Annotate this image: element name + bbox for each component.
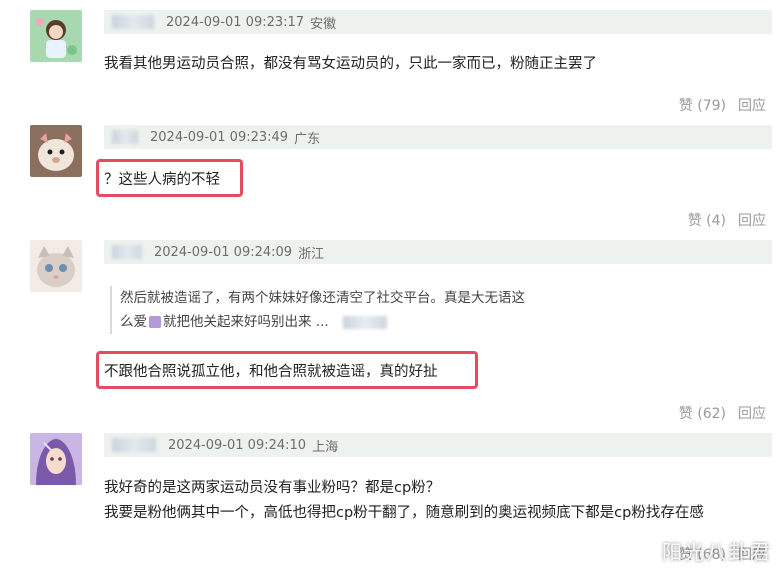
quote-line: 然后就被造谣了，有两个妹妹好像还清空了社交平台。真是大无语这 — [120, 290, 525, 306]
comment-meta: 2024-09-01 09:23:49 广东 — [104, 125, 772, 149]
avatar[interactable] — [30, 433, 82, 485]
avatar[interactable] — [30, 10, 82, 62]
comment-text: 我好奇的是这两家运动员没有事业粉吗？都是cp粉？ — [104, 480, 441, 496]
quoted-reply[interactable]: 然后就被造谣了，有两个妹妹好像还清空了社交平台。真是大无语这 么爱 就把他关起来好… — [110, 286, 525, 334]
like-label: 赞 — [687, 213, 702, 229]
like-count: (62) — [697, 406, 726, 422]
username-blurred[interactable] — [112, 245, 142, 259]
like-button[interactable]: 赞 (4) — [688, 210, 726, 230]
avatar[interactable] — [30, 125, 82, 177]
comment-meta: 2024-09-01 09:23:17 安徽 — [104, 10, 772, 34]
comment-text: 不跟他合照说孤立他，和他合照就被造谣，真的好扯 — [104, 364, 438, 380]
comment-meta: 2024-09-01 09:24:10 上海 — [104, 433, 772, 457]
username-blurred[interactable] — [112, 438, 156, 452]
like-count: (79) — [697, 98, 726, 114]
like-button[interactable]: 赞 (62) — [679, 403, 726, 423]
comment-actions: 赞 (79) 回应 — [679, 95, 766, 115]
like-button[interactable]: 赞 (79) — [679, 95, 726, 115]
avatar[interactable] — [30, 240, 82, 292]
quote-author-blurred — [342, 315, 387, 329]
comment-location: 广东 — [294, 131, 321, 147]
emoji-icon — [149, 316, 161, 328]
username-blurred[interactable] — [112, 15, 154, 29]
like-count: (4) — [706, 213, 726, 229]
comment-meta: 2024-09-01 09:24:09 浙江 — [104, 240, 772, 264]
comment-time: 2024-09-01 09:24:10 — [168, 437, 307, 453]
comment-time: 2024-09-01 09:24:09 — [154, 244, 293, 260]
quote-text: 么爱 — [120, 314, 147, 330]
like-label: 赞 — [678, 98, 693, 114]
reply-button[interactable]: 回应 — [738, 403, 766, 423]
comment-actions: 赞 (62) 回应 — [679, 403, 766, 423]
comment-time: 2024-09-01 09:23:49 — [150, 129, 289, 145]
comment-time: 2024-09-01 09:23:17 — [166, 14, 305, 30]
comment-location: 安徽 — [310, 16, 337, 32]
comment-location: 浙江 — [298, 246, 325, 262]
comment-text: 我要是粉他俩其中一个，高低也得把cp粉干翻了，随意刷到的奥运视频底下都是cp粉找… — [104, 505, 704, 521]
reply-button[interactable]: 回应 — [738, 95, 766, 115]
comment-text: 我看其他男运动员合照，都没有骂女运动员的，只此一家而已，粉随正主罢了 — [104, 56, 597, 72]
quote-text: 就把他关起来好吗别出来 ... — [163, 314, 329, 330]
watermark: 阳光八卦君 — [662, 540, 772, 564]
comment-location: 上海 — [312, 439, 339, 455]
username-blurred[interactable] — [112, 130, 138, 144]
reply-button[interactable]: 回应 — [738, 210, 766, 230]
comment-actions: 赞 (4) 回应 — [688, 210, 766, 230]
comment-text: ？这些人病的不轻 — [104, 172, 220, 188]
like-label: 赞 — [678, 406, 693, 422]
quote-line: 么爱 就把他关起来好吗别出来 ... — [120, 310, 525, 334]
